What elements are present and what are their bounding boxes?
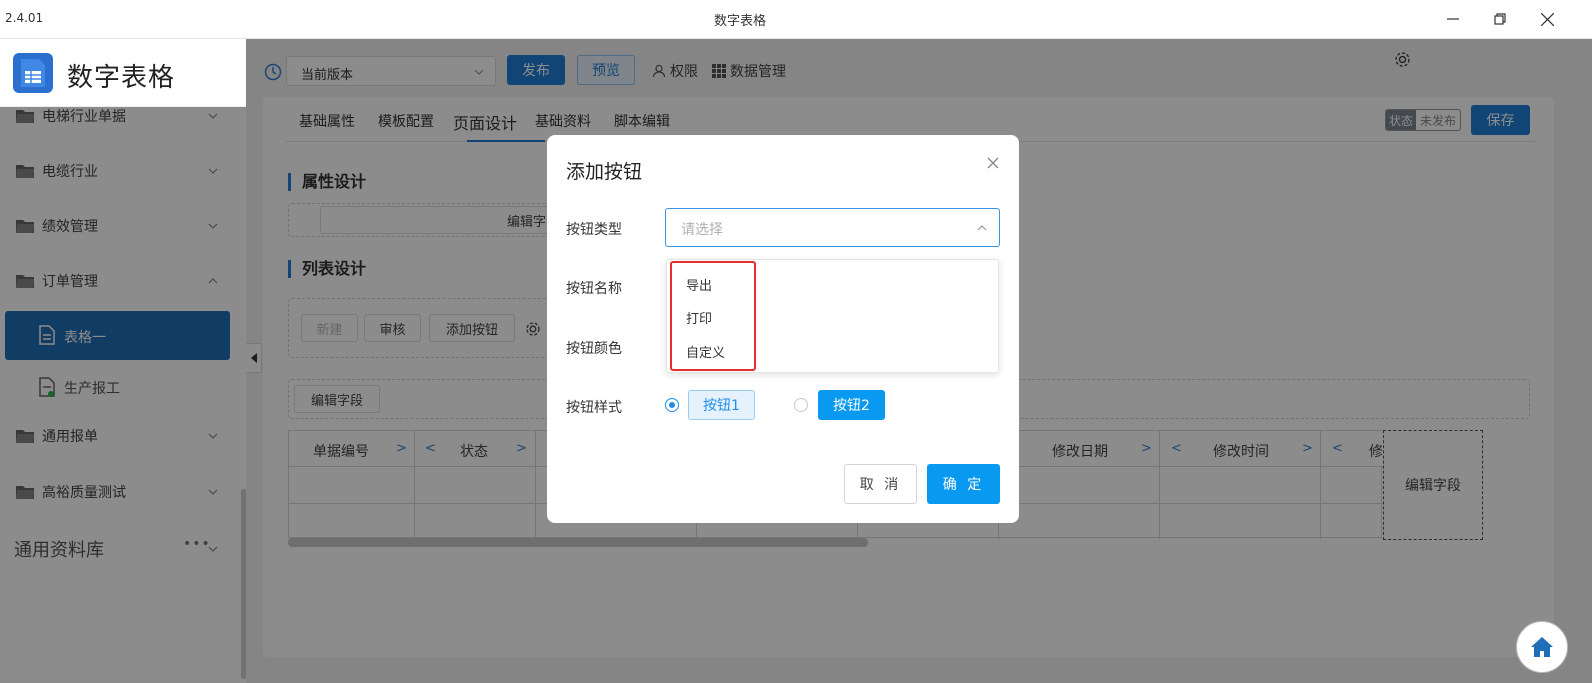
restore-icon xyxy=(1494,13,1506,25)
button-style-label: 按钮样式 xyxy=(566,400,622,416)
app-name: 数字表格 xyxy=(67,63,176,93)
button-type-label: 按钮类型 xyxy=(566,222,622,238)
window-title-bar: 2.4.01 数字表格 xyxy=(0,0,1592,39)
chevron-up-icon xyxy=(977,225,987,231)
home-icon xyxy=(1531,637,1553,657)
app-logo-icon xyxy=(13,53,53,93)
app-logo-row: 数字表格 xyxy=(0,39,246,107)
restore-button[interactable] xyxy=(1488,7,1512,31)
style-2-preview[interactable]: 按钮2 xyxy=(818,390,885,420)
style-1-radio[interactable] xyxy=(665,398,679,412)
home-button[interactable] xyxy=(1516,621,1568,673)
style-1-preview[interactable]: 按钮1 xyxy=(688,390,755,420)
close-icon xyxy=(1540,12,1554,26)
window-title: 数字表格 xyxy=(713,14,766,29)
annotation-highlight-box xyxy=(670,261,756,371)
minimize-button[interactable] xyxy=(1441,7,1465,31)
style-2-radio[interactable] xyxy=(794,398,808,412)
close-icon[interactable] xyxy=(985,155,1001,171)
button-name-label: 按钮名称 xyxy=(566,281,622,297)
button-type-placeholder: 请选择 xyxy=(681,222,723,238)
confirm-button[interactable]: 确 定 xyxy=(927,464,1000,504)
close-window-button[interactable] xyxy=(1535,7,1559,31)
button-color-label: 按钮颜色 xyxy=(566,341,622,357)
minimize-icon xyxy=(1447,18,1459,20)
button-type-select[interactable]: 请选择 xyxy=(665,208,1000,247)
dialog-title: 添加按钮 xyxy=(566,161,643,183)
cancel-button[interactable]: 取 消 xyxy=(844,464,917,504)
add-button-dialog: 添加按钮 按钮类型 请选择 按钮名称 按钮颜色 按钮样式 按钮1 按钮2 取 消… xyxy=(547,135,1019,523)
